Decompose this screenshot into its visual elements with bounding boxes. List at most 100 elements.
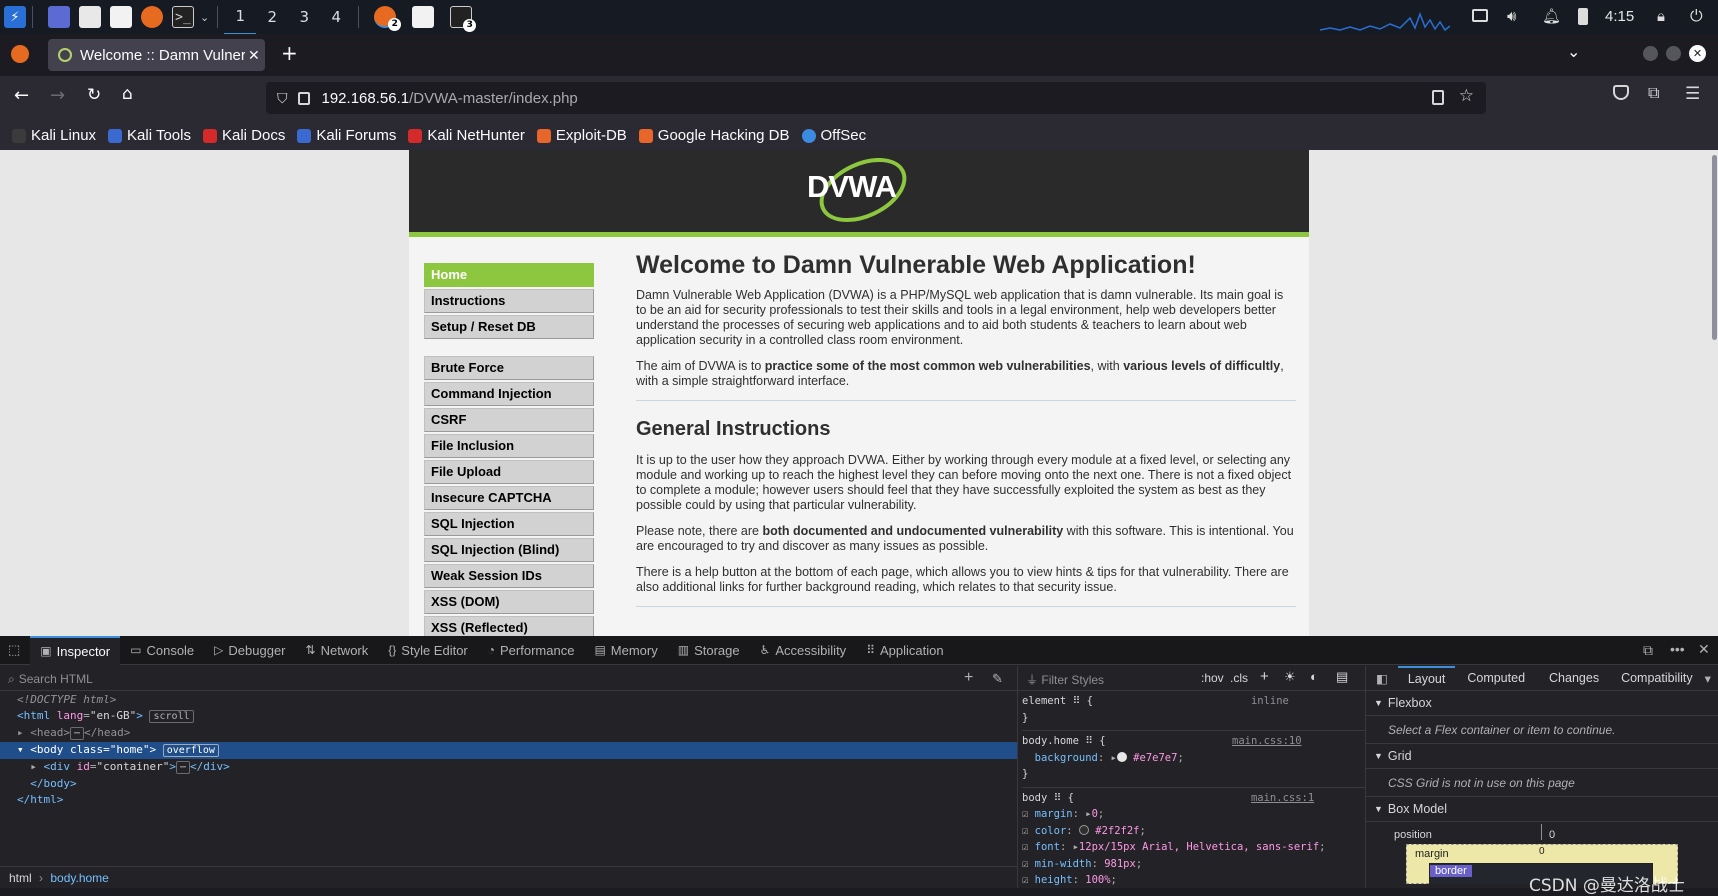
power-icon[interactable]: ⏻: [1690, 6, 1703, 26]
tab-console[interactable]: ▭ Console: [120, 636, 204, 665]
bookmark-kali-linux[interactable]: Kali Linux: [12, 127, 96, 144]
tab-compatibility[interactable]: Compatibility: [1611, 671, 1703, 685]
text-editor-icon[interactable]: [110, 6, 132, 28]
tab-performance[interactable]: ◔ Performance: [478, 636, 585, 665]
rule-body-home[interactable]: body.home ⠿ { main.css:10: [1022, 730, 1365, 750]
rule-body[interactable]: body ⠿ { main.css:1: [1022, 786, 1365, 807]
back-button[interactable]: ←: [14, 85, 29, 106]
tab-inspector[interactable]: ▣ Inspector: [30, 635, 121, 665]
bookmark-google-hacking-db[interactable]: Google Hacking DB: [638, 127, 790, 144]
flexbox-section-header[interactable]: ▼ Flexbox: [1366, 691, 1718, 716]
document-window-icon[interactable]: [412, 6, 435, 28]
bookmark-kali-docs[interactable]: Kali Docs: [202, 127, 285, 144]
menu-item-xss-reflected[interactable]: XSS (Reflected): [424, 616, 594, 636]
tab-memory[interactable]: ▤ Memory: [584, 636, 667, 665]
hov-toggle[interactable]: :hov: [1201, 671, 1224, 685]
tree-body-close[interactable]: </body>: [17, 776, 1017, 792]
maximize-button[interactable]: [1666, 46, 1681, 61]
menu-item-file-inclusion[interactable]: File Inclusion: [424, 434, 594, 458]
tree-html-close[interactable]: </html>: [17, 792, 1017, 808]
dark-mode-icon[interactable]: ◐: [1310, 669, 1318, 684]
add-rule-icon[interactable]: +: [1260, 668, 1269, 685]
filter-styles-input[interactable]: Filter Styles: [1041, 673, 1104, 687]
eyedropper-icon[interactable]: ✎: [992, 671, 1003, 687]
pick-element-icon[interactable]: ⬚: [0, 636, 30, 665]
add-node-icon[interactable]: +: [964, 669, 973, 687]
breadcrumb-html[interactable]: html: [9, 871, 32, 885]
close-icon[interactable]: ✕: [248, 47, 260, 64]
lock-icon[interactable]: [297, 91, 310, 105]
menu-item-xss-dom[interactable]: XSS (DOM): [424, 590, 594, 614]
chevron-down-icon[interactable]: ▾: [1705, 671, 1711, 686]
box-model-section-header[interactable]: ▼ Box Model: [1366, 797, 1718, 822]
reader-view-icon[interactable]: [1432, 90, 1444, 105]
chevron-down-icon[interactable]: ⌄: [200, 11, 209, 24]
menu-item-instructions[interactable]: Instructions: [424, 289, 594, 313]
dock-icon[interactable]: ⧉: [1643, 642, 1653, 659]
minimize-button[interactable]: [1643, 46, 1658, 61]
lock-icon[interactable]: 🔒︎: [1657, 7, 1665, 25]
menu-item-file-upload[interactable]: File Upload: [424, 460, 594, 484]
tab-storage[interactable]: ▥ Storage: [668, 636, 750, 665]
extensions-icon[interactable]: ⧉: [1648, 83, 1659, 103]
tab-dvwa[interactable]: Welcome :: Damn Vulnera ✕: [48, 39, 265, 71]
tree-doctype[interactable]: <!DOCTYPE html>: [17, 692, 1017, 708]
close-window-button[interactable]: ✕: [1689, 45, 1706, 62]
clock[interactable]: 4:15: [1605, 8, 1634, 25]
shield-icon[interactable]: ⛉: [277, 90, 288, 107]
cls-toggle[interactable]: .cls: [1230, 671, 1248, 685]
firefox-icon[interactable]: [141, 6, 163, 28]
bookmark-exploit-db[interactable]: Exploit-DB: [536, 127, 627, 144]
new-tab-button[interactable]: +: [281, 41, 298, 65]
forward-button[interactable]: →: [50, 85, 65, 106]
breadcrumb-body[interactable]: body.home: [50, 871, 108, 885]
home-button[interactable]: ⌂: [122, 84, 133, 104]
menu-item-setup[interactable]: Setup / Reset DB: [424, 315, 594, 339]
position-value[interactable]: 0: [1549, 829, 1555, 841]
light-mode-icon[interactable]: ☀: [1284, 669, 1296, 685]
tab-accessibility[interactable]: ♿︎ Accessibility: [750, 636, 857, 665]
firefox-view-icon[interactable]: [11, 45, 29, 63]
menu-item-sql-injection-blind[interactable]: SQL Injection (Blind): [424, 538, 594, 562]
page-scrollbar-thumb[interactable]: [1712, 155, 1717, 340]
kali-menu-icon[interactable]: ⚡: [4, 6, 26, 28]
pocket-icon[interactable]: [1613, 85, 1629, 100]
tab-style-editor[interactable]: {} Style Editor: [378, 636, 478, 665]
tree-body-selected[interactable]: ▾ <body class="home"> overflow: [0, 742, 1017, 759]
tree-html[interactable]: <html lang="en-GB"> scroll: [17, 708, 1017, 725]
menu-item-home[interactable]: Home: [424, 263, 594, 287]
workspace-3[interactable]: 3: [288, 0, 320, 34]
tab-application[interactable]: ⠿ Application: [856, 636, 953, 665]
grid-section-header[interactable]: ▼ Grid: [1366, 744, 1718, 769]
menu-item-sql-injection[interactable]: SQL Injection: [424, 512, 594, 536]
bookmark-kali-tools[interactable]: Kali Tools: [108, 127, 191, 144]
bookmark-offsec[interactable]: OffSec: [801, 127, 866, 144]
bell-icon[interactable]: 🔔︎: [1542, 7, 1561, 25]
print-media-icon[interactable]: ▤: [1336, 669, 1348, 685]
reload-button[interactable]: ↻: [87, 85, 101, 105]
sidebar-toggle-icon[interactable]: ◧: [1366, 671, 1398, 686]
menu-item-command-injection[interactable]: Command Injection: [424, 382, 594, 406]
tree-div-container[interactable]: ▸ <div id="container"> ⋯ </div>: [17, 759, 1017, 776]
url-bar[interactable]: ⛉ 192.168.56.1/DVWA-master/index.php ☆: [266, 82, 1486, 114]
volume-icon[interactable]: 🔊︎: [1507, 7, 1516, 25]
bookmark-star-icon[interactable]: ☆: [1459, 86, 1474, 106]
battery-icon[interactable]: [1578, 8, 1588, 25]
terminal-icon[interactable]: >_: [172, 6, 194, 28]
menu-item-csrf[interactable]: CSRF: [424, 408, 594, 432]
workspace-4[interactable]: 4: [320, 0, 352, 34]
tab-layout[interactable]: Layout: [1397, 665, 1456, 691]
close-devtools-icon[interactable]: ✕: [1698, 641, 1710, 658]
bookmark-kali-nethunter[interactable]: Kali NetHunter: [408, 127, 525, 144]
more-options-icon[interactable]: •••: [1670, 641, 1685, 657]
tab-network[interactable]: ⇅ Network: [296, 636, 379, 665]
margin-top-value[interactable]: 0: [1539, 846, 1545, 857]
desktop-icon[interactable]: [48, 6, 70, 28]
terminal-window-icon[interactable]: 3: [450, 6, 477, 32]
menu-item-brute-force[interactable]: Brute Force: [424, 356, 594, 380]
list-tabs-icon[interactable]: ⌄: [1567, 42, 1580, 61]
tab-debugger[interactable]: ▷ Debugger: [204, 636, 295, 665]
tab-computed[interactable]: Computed: [1455, 671, 1537, 685]
firefox-window-icon[interactable]: 2: [374, 6, 402, 31]
rule-element[interactable]: element ⠿ { inline: [1022, 693, 1365, 710]
